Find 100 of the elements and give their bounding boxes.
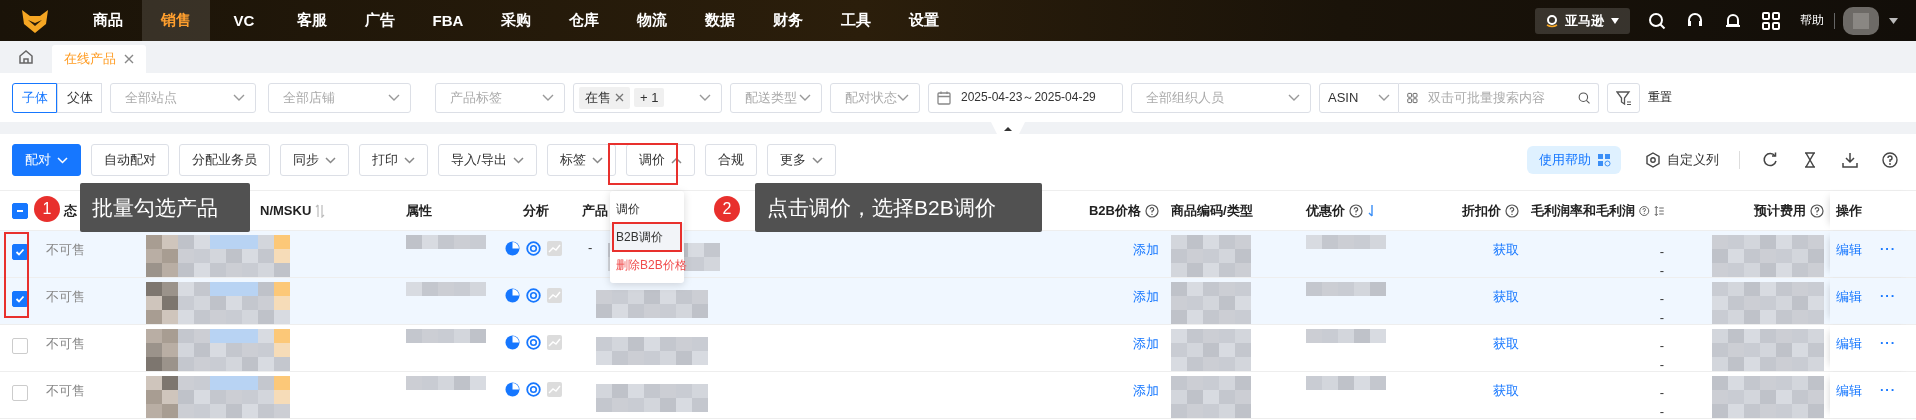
column-header: 属性: [406, 201, 432, 220]
nav-menu-item[interactable]: 物流: [618, 0, 686, 41]
fox-logo[interactable]: [20, 7, 50, 34]
profit-text: -: [1659, 405, 1664, 418]
menu-item[interactable]: 删除B2B价格: [610, 251, 684, 279]
row-checkbox[interactable]: [12, 385, 28, 401]
store-selector[interactable]: 亚马逊: [1535, 7, 1630, 34]
column-header: 优惠价: [1306, 201, 1345, 220]
toolbar-button[interactable]: 更多: [766, 144, 836, 176]
chevron-down-icon: [233, 93, 245, 102]
toolbar-button[interactable]: 调价: [625, 144, 695, 176]
help-button[interactable]: 使用帮助: [1527, 146, 1621, 174]
edit-link[interactable]: 编辑: [1836, 376, 1862, 400]
nav-menu-item[interactable]: 销售: [142, 0, 210, 41]
fetch-link[interactable]: 获取: [1493, 235, 1519, 259]
settings-icon: [1645, 152, 1661, 168]
nav-menu-item[interactable]: 商品: [74, 0, 142, 41]
nav-menu-item[interactable]: 财务: [754, 0, 822, 41]
more-actions-button[interactable]: ···: [1880, 376, 1896, 397]
pie-chart-icon[interactable]: [505, 241, 520, 256]
status-text: 不可售: [46, 288, 85, 306]
help-link[interactable]: 帮助: [1800, 12, 1824, 29]
search-icon[interactable]: [1577, 89, 1590, 106]
search-icon[interactable]: [1648, 11, 1666, 30]
home-icon[interactable]: [18, 49, 34, 65]
apps-icon[interactable]: [1762, 11, 1780, 30]
reset-link[interactable]: 重置: [1648, 89, 1672, 106]
segment-button[interactable]: 子体: [12, 82, 57, 113]
hourglass-icon[interactable]: [1802, 152, 1818, 168]
edit-link[interactable]: 编辑: [1836, 235, 1862, 259]
add-link[interactable]: 添加: [1133, 376, 1159, 400]
target-icon[interactable]: [526, 288, 541, 303]
chevron-down-icon: [699, 93, 711, 102]
toolbar-button[interactable]: 合规: [704, 144, 757, 176]
segment-button[interactable]: 父体: [57, 82, 102, 113]
close-icon[interactable]: [615, 93, 624, 102]
nav-menu-item[interactable]: 采购: [482, 0, 550, 41]
nav-menu-item[interactable]: VC: [210, 0, 278, 41]
nav-menu-item[interactable]: 广告: [346, 0, 414, 41]
grid-icon[interactable]: [1407, 90, 1418, 105]
refresh-icon[interactable]: [1762, 152, 1778, 168]
nav-menu-item[interactable]: FBA: [414, 0, 482, 41]
caret-icon[interactable]: [1889, 17, 1898, 24]
pie-chart-icon[interactable]: [505, 335, 520, 350]
nav-menu-item[interactable]: 仓库: [550, 0, 618, 41]
collapse-toggle[interactable]: [991, 122, 1025, 134]
profit-text: -: [1659, 264, 1664, 277]
add-link[interactable]: 添加: [1133, 329, 1159, 353]
highlight-frame: [608, 143, 678, 185]
filter-button[interactable]: [1607, 82, 1640, 113]
more-actions-button[interactable]: ···: [1880, 282, 1896, 303]
row-checkbox[interactable]: [12, 244, 28, 260]
add-link[interactable]: 添加: [1133, 282, 1159, 306]
add-link[interactable]: 添加: [1133, 235, 1159, 259]
toolbar-button[interactable]: 打印: [359, 144, 428, 176]
fetch-link[interactable]: 获取: [1493, 282, 1519, 306]
filter-icon: [1615, 89, 1632, 106]
column-header: 折扣价: [1462, 201, 1501, 220]
edit-link[interactable]: 编辑: [1836, 329, 1862, 353]
pie-chart-icon[interactable]: [505, 382, 520, 397]
step-badge: 2: [714, 196, 740, 222]
profit-text: -: [1659, 311, 1664, 324]
row-checkbox[interactable]: [12, 338, 28, 354]
column-header: 预计费用: [1754, 201, 1806, 220]
download-icon[interactable]: [1842, 152, 1858, 168]
sort-icon[interactable]: [1653, 203, 1664, 218]
fetch-link[interactable]: 获取: [1493, 329, 1519, 353]
tag-select-field[interactable]: 在售 + 1: [573, 82, 722, 113]
toolbar-button[interactable]: 同步: [280, 144, 349, 176]
target-icon[interactable]: [526, 382, 541, 397]
column-header: 产品: [582, 201, 608, 220]
search-box[interactable]: 双击可批量搜索内容: [1399, 82, 1599, 113]
date-range-field[interactable]: 2025-04-23～2025-04-29: [928, 82, 1123, 113]
column-header: N/MSKU: [260, 203, 312, 218]
toolbar-button[interactable]: 自动配对: [91, 144, 169, 176]
nav-menu-item[interactable]: 客服: [278, 0, 346, 41]
pie-chart-icon[interactable]: [505, 288, 520, 303]
product-text: -: [588, 239, 593, 254]
edit-link[interactable]: 编辑: [1836, 282, 1862, 306]
nav-menu-item[interactable]: 设置: [890, 0, 958, 41]
target-icon[interactable]: [526, 335, 541, 350]
toolbar-button[interactable]: 分配业务员: [179, 144, 270, 176]
close-icon[interactable]: [124, 54, 134, 64]
customize-columns-button[interactable]: 自定义列: [1639, 150, 1725, 170]
fetch-link[interactable]: 获取: [1493, 376, 1519, 400]
nav-menu-item[interactable]: 工具: [822, 0, 890, 41]
target-icon[interactable]: [526, 241, 541, 256]
more-tags-count: + 1: [634, 88, 665, 107]
select-all-checkbox[interactable]: [12, 202, 28, 219]
help-icon[interactable]: [1882, 152, 1898, 168]
bell-icon[interactable]: [1724, 11, 1742, 30]
toolbar-button[interactable]: 导入/导出: [438, 144, 537, 176]
more-actions-button[interactable]: ···: [1880, 329, 1896, 350]
row-checkbox[interactable]: [12, 291, 28, 307]
toolbar-button[interactable]: 配对: [12, 144, 81, 176]
more-actions-button[interactable]: ···: [1880, 235, 1896, 256]
menu-item[interactable]: 调价: [610, 195, 684, 223]
toolbar-button[interactable]: 标签: [546, 144, 616, 176]
nav-menu-item[interactable]: 数据: [686, 0, 754, 41]
column-header: 分析: [523, 201, 549, 220]
